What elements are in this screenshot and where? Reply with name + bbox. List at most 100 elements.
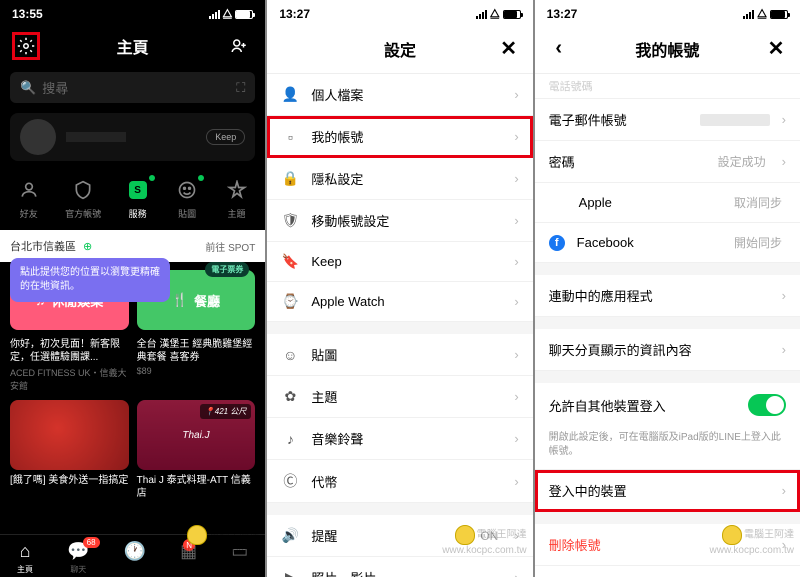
coin-icon: Ⓒ	[281, 471, 299, 491]
settings-gear-icon[interactable]	[12, 32, 40, 60]
chevron-right-icon: ›	[514, 213, 518, 228]
facebook-icon: f	[549, 235, 565, 251]
thai-image: 📍421 公尺 Thai.J	[137, 400, 256, 470]
flower-icon: ✿	[281, 388, 299, 405]
setting-migrate[interactable]: 🛡移動帳號設定›	[267, 200, 532, 242]
chevron-right-icon: ›	[782, 342, 786, 357]
fork-icon: 🍴	[172, 292, 188, 308]
nav-timeline[interactable]: 🕐	[124, 541, 146, 575]
close-icon[interactable]: ✕	[764, 36, 788, 61]
search-placeholder: 搜尋	[42, 78, 68, 97]
chevron-right-icon: ›	[782, 288, 786, 303]
account-list: 電話號碼 電子郵件帳號› 密碼設定成功› Apple取消同步 fFacebook…	[535, 74, 800, 566]
home-header: 主頁	[0, 24, 265, 68]
search-icon: 🔍	[20, 80, 36, 96]
setting-connected-apps[interactable]: 連動中的應用程式›	[535, 275, 800, 317]
services-row: 好友 官方帳號 S服務 貼圖 主題	[0, 171, 265, 230]
wifi-icon: ⧋	[223, 8, 233, 21]
promo-card-2[interactable]: 全台 漢堡王 經典脆雞堡經典套餐 喜客券$89	[137, 338, 256, 392]
location-text: 台北市信義區	[10, 241, 76, 253]
setting-apple[interactable]: Apple取消同步	[535, 183, 800, 223]
chevron-right-icon: ›	[782, 112, 786, 127]
service-services[interactable]: S服務	[125, 177, 151, 220]
chevron-right-icon: ›	[514, 171, 518, 186]
service-friends[interactable]: 好友	[16, 177, 42, 220]
chevron-right-icon: ›	[514, 347, 518, 362]
chevron-right-icon: ›	[514, 474, 518, 489]
chevron-right-icon: ›	[514, 570, 518, 577]
setting-apple-watch[interactable]: ⌚Apple Watch›	[267, 282, 532, 322]
watch-icon: ⌚	[281, 293, 299, 310]
home-screen: 13:55 ⧋ 主頁 🔍 搜尋 ⛶ Keep 好友 官方帳號 S服務 貼圖 主題…	[0, 0, 265, 577]
clock-icon: 🕐	[124, 541, 146, 562]
setting-stickers[interactable]: ☺貼圖›	[267, 334, 532, 376]
setting-email[interactable]: 電子郵件帳號›	[535, 99, 800, 141]
note-icon: ♪	[281, 431, 299, 447]
status-bar: 13:27 ⧋	[267, 0, 532, 24]
nav-chat[interactable]: 💬68聊天	[67, 541, 89, 575]
search-bar[interactable]: 🔍 搜尋 ⛶	[10, 72, 255, 103]
service-stickers[interactable]: 貼圖	[174, 177, 200, 220]
nav-home[interactable]: ⌂主頁	[17, 541, 33, 575]
settings-header: 設定 ✕	[267, 24, 532, 74]
profile-name-redacted	[66, 132, 126, 142]
speaker-icon: 🔊	[281, 527, 299, 544]
page-title: 我的帳號	[635, 37, 699, 61]
profile-row[interactable]: Keep	[10, 113, 255, 161]
account-screen: 13:27 ⧋ ‹ 我的帳號 ✕ 電話號碼 電子郵件帳號› 密碼設定成功› Ap…	[535, 0, 800, 577]
watermark: 電腦王阿達www.kocpc.com.tw	[442, 525, 526, 557]
back-icon[interactable]: ‹	[547, 37, 571, 60]
setting-facebook[interactable]: fFacebook開始同步	[535, 223, 800, 263]
chat-badge: 68	[83, 537, 100, 548]
play-icon: ▶	[281, 569, 299, 577]
close-icon[interactable]: ✕	[497, 36, 521, 61]
smile-icon: ☺	[281, 347, 299, 363]
watermark: 電腦王阿達www.kocpc.com.tw	[710, 525, 794, 557]
setting-themes[interactable]: ✿主題›	[267, 376, 532, 418]
setting-profile[interactable]: 👤個人檔案›	[267, 74, 532, 116]
time: 13:27	[279, 7, 310, 21]
setting-password[interactable]: 密碼設定成功›	[535, 141, 800, 183]
service-themes[interactable]: 主題	[224, 177, 250, 220]
setting-ringtones[interactable]: ♪音樂鈴聲›	[267, 418, 532, 460]
page-title: 主頁	[117, 34, 149, 58]
setting-my-account[interactable]: ▫我的帳號›	[267, 116, 532, 158]
page-title: 設定	[384, 37, 416, 61]
email-redacted	[700, 114, 770, 126]
img-card-1[interactable]: [餓了嗎] 美食外送一指搞定	[10, 400, 129, 502]
setting-keep[interactable]: 🔖Keep›	[267, 242, 532, 282]
promo-cards: 你好，初次見面！新客限定，任選體驗團課...ACED FITNESS UK・信義…	[0, 338, 265, 392]
promo-card-1[interactable]: 你好，初次見面！新客限定，任選體驗團課...ACED FITNESS UK・信義…	[10, 338, 129, 392]
home-icon: ⌂	[20, 541, 31, 562]
id-icon: ▫	[281, 129, 299, 145]
setting-logged-in-devices[interactable]: 登入中的裝置›	[535, 470, 800, 512]
lock-icon: 🔒	[281, 170, 299, 187]
status-icons: ⧋	[209, 8, 254, 21]
battery-icon	[235, 10, 253, 19]
image-cards: [餓了嗎] 美食外送一指搞定 📍421 公尺 Thai.J Thai J 泰式料…	[0, 392, 265, 502]
toggle-on[interactable]	[748, 394, 786, 416]
avatar	[20, 119, 56, 155]
settings-list: 👤個人檔案› ▫我的帳號› 🔒隱私設定› 🛡移動帳號設定› 🔖Keep› ⌚Ap…	[267, 74, 532, 577]
spot-link[interactable]: 前往 SPOT	[205, 239, 255, 254]
chevron-right-icon: ›	[782, 154, 786, 169]
setting-coins[interactable]: Ⓒ代幣›	[267, 460, 532, 503]
setting-chat-tab-info[interactable]: 聊天分頁顯示的資訊內容›	[535, 329, 800, 371]
account-header: ‹ 我的帳號 ✕	[535, 24, 800, 74]
time: 13:27	[547, 7, 578, 21]
status-bar: 13:27 ⧋	[535, 0, 800, 24]
chevron-right-icon: ›	[782, 483, 786, 498]
setting-phone[interactable]: 電話號碼	[535, 74, 800, 99]
setting-allow-other-devices[interactable]: 允許自其他裝置登入	[535, 383, 800, 427]
setting-privacy[interactable]: 🔒隱私設定›	[267, 158, 532, 200]
time: 13:55	[12, 7, 43, 21]
shield-icon: 🛡	[281, 212, 299, 229]
keep-badge[interactable]: Keep	[206, 129, 245, 145]
img-card-2[interactable]: 📍421 公尺 Thai.J Thai J 泰式料理-ATT 信義店	[137, 400, 256, 502]
setting-media[interactable]: ▶照片．影片›	[267, 557, 532, 577]
location-tooltip[interactable]: 點此提供您的位置以瀏覽更精確的在地資訊。	[10, 258, 170, 302]
service-official[interactable]: 官方帳號	[65, 177, 101, 220]
location-target-icon[interactable]: ⊕	[80, 241, 92, 253]
scan-icon[interactable]: ⛶	[236, 80, 245, 96]
add-friend-icon[interactable]	[225, 32, 253, 60]
